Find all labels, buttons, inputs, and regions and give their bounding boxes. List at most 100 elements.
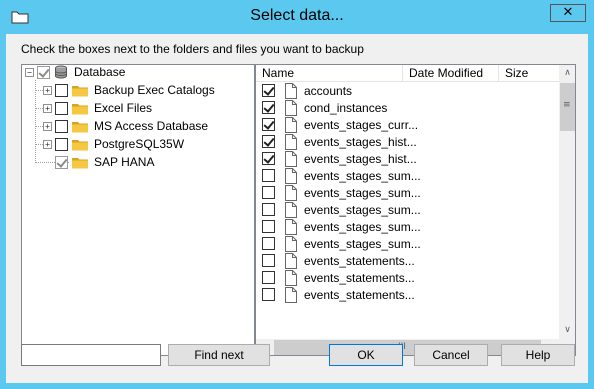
folder-icon bbox=[72, 104, 88, 115]
file-name: events_stages_sum... bbox=[304, 185, 421, 200]
scroll-up-icon[interactable]: ∧ bbox=[559, 65, 575, 82]
instructions-label: Check the boxes next to the folders and … bbox=[21, 42, 364, 56]
checkbox[interactable] bbox=[262, 135, 275, 148]
tree-item-ms-access-database[interactable]: + MS Access Database bbox=[43, 117, 208, 135]
tree-item-label: Backup Exec Catalogs bbox=[94, 83, 215, 97]
file-row[interactable]: accounts bbox=[262, 82, 352, 99]
file-icon bbox=[285, 286, 297, 303]
search-input[interactable] bbox=[21, 344, 161, 366]
close-button[interactable]: ✕ bbox=[550, 4, 586, 22]
file-icon bbox=[285, 252, 297, 269]
file-icon bbox=[285, 184, 297, 201]
folder-icon bbox=[72, 122, 88, 133]
find-next-button[interactable]: Find next bbox=[168, 344, 270, 366]
checkbox[interactable] bbox=[262, 169, 275, 182]
expand-icon[interactable]: + bbox=[43, 139, 52, 149]
folder-tree[interactable]: − Database + Backup Exec Catalogs + Exce… bbox=[21, 64, 255, 356]
file-icon bbox=[285, 116, 297, 133]
dialog-body: Check the boxes next to the folders and … bbox=[6, 34, 588, 383]
grip-icon: ≡ bbox=[563, 100, 571, 110]
select-data-dialog: Select data... ✕ Check the boxes next to… bbox=[0, 0, 594, 389]
file-icon bbox=[285, 218, 297, 235]
file-name: events_stages_sum... bbox=[304, 219, 421, 234]
file-icon bbox=[285, 235, 297, 252]
checkbox[interactable] bbox=[55, 155, 68, 169]
file-icon bbox=[285, 201, 297, 218]
window-title: Select data... bbox=[250, 7, 344, 24]
cancel-button[interactable]: Cancel bbox=[414, 344, 488, 366]
file-icon bbox=[285, 99, 297, 116]
file-name: cond_instances bbox=[304, 100, 388, 115]
folder-icon bbox=[72, 86, 88, 97]
checkbox[interactable] bbox=[262, 288, 275, 301]
tree-item-label: MS Access Database bbox=[94, 119, 209, 133]
file-name: accounts bbox=[304, 83, 353, 98]
tree-item-label: SAP HANA bbox=[94, 155, 155, 169]
file-row[interactable]: events_stages_sum... bbox=[262, 218, 421, 235]
checkbox[interactable] bbox=[262, 254, 275, 267]
help-button[interactable]: Help bbox=[501, 344, 575, 366]
file-row[interactable]: events_stages_sum... bbox=[262, 167, 421, 184]
file-name: events_stages_sum... bbox=[304, 236, 421, 251]
ok-button[interactable]: OK bbox=[329, 344, 403, 366]
tree-item-backup-exec-catalogs[interactable]: + Backup Exec Catalogs bbox=[43, 81, 215, 99]
checkbox[interactable] bbox=[55, 119, 68, 133]
folder-icon bbox=[72, 158, 88, 169]
expand-icon[interactable]: + bbox=[43, 103, 52, 113]
checkbox[interactable] bbox=[262, 84, 275, 97]
checkbox[interactable] bbox=[262, 152, 275, 165]
scroll-thumb[interactable]: ≡ bbox=[560, 83, 575, 131]
column-header-size[interactable]: Size bbox=[499, 65, 559, 82]
checkbox[interactable] bbox=[262, 203, 275, 216]
checkbox[interactable] bbox=[55, 101, 68, 115]
file-row[interactable]: events_statements... bbox=[262, 269, 415, 286]
file-row[interactable]: events_stages_sum... bbox=[262, 235, 421, 252]
checkbox[interactable] bbox=[55, 83, 68, 97]
checkbox[interactable] bbox=[37, 65, 50, 79]
file-row[interactable]: events_stages_curr... bbox=[262, 116, 418, 133]
checkbox[interactable] bbox=[262, 101, 275, 114]
vertical-scrollbar[interactable]: ∧ ≡ ∨ bbox=[559, 65, 575, 339]
file-row[interactable]: events_stages_hist... bbox=[262, 133, 417, 150]
folder-icon bbox=[72, 140, 88, 151]
checkbox[interactable] bbox=[55, 137, 68, 151]
file-row[interactable]: events_stages_hist... bbox=[262, 150, 417, 167]
database-icon bbox=[55, 65, 67, 79]
tree-item-sap-hana[interactable]: SAP HANA bbox=[55, 153, 154, 171]
tree-item-label: PostgreSQL35W bbox=[94, 137, 185, 151]
file-icon bbox=[285, 82, 297, 99]
file-name: events_stages_curr... bbox=[304, 117, 419, 132]
tree-item-database[interactable]: − Database bbox=[25, 63, 125, 81]
file-name: events_statements... bbox=[304, 270, 415, 285]
checkbox[interactable] bbox=[262, 237, 275, 250]
checkbox[interactable] bbox=[262, 271, 275, 284]
collapse-icon[interactable]: − bbox=[25, 67, 34, 77]
expand-icon[interactable]: + bbox=[43, 85, 52, 95]
column-header-date-modified[interactable]: Date Modified bbox=[403, 65, 499, 82]
file-row[interactable]: events_statements... bbox=[262, 252, 415, 269]
file-row[interactable]: events_stages_sum... bbox=[262, 201, 421, 218]
file-name: events_stages_sum... bbox=[304, 202, 421, 217]
file-icon bbox=[285, 269, 297, 286]
checkbox[interactable] bbox=[262, 118, 275, 131]
file-row[interactable]: events_statements... bbox=[262, 286, 415, 303]
tree-item-label: Excel Files bbox=[94, 101, 153, 115]
tree-line bbox=[35, 80, 36, 161]
checkbox[interactable] bbox=[262, 220, 275, 233]
tree-item-postgresql35w[interactable]: + PostgreSQL35W bbox=[43, 135, 184, 153]
checkbox[interactable] bbox=[262, 186, 275, 199]
file-name: events_statements... bbox=[304, 287, 415, 302]
file-icon bbox=[285, 133, 297, 150]
file-row[interactable]: events_stages_sum... bbox=[262, 184, 421, 201]
expand-icon[interactable]: + bbox=[43, 121, 52, 131]
file-list[interactable]: Name Date Modified Size accounts cond_ins… bbox=[255, 64, 576, 356]
file-row[interactable]: cond_instances bbox=[262, 99, 387, 116]
file-name: events_stages_hist... bbox=[304, 134, 417, 149]
file-name: events_statements... bbox=[304, 253, 415, 268]
file-name: events_stages_hist... bbox=[304, 151, 417, 166]
column-header-name[interactable]: Name bbox=[256, 65, 403, 82]
file-icon bbox=[285, 167, 297, 184]
title-bar[interactable]: Select data... ✕ bbox=[0, 0, 594, 34]
tree-item-excel-files[interactable]: + Excel Files bbox=[43, 99, 152, 117]
scroll-down-icon[interactable]: ∨ bbox=[559, 322, 575, 339]
